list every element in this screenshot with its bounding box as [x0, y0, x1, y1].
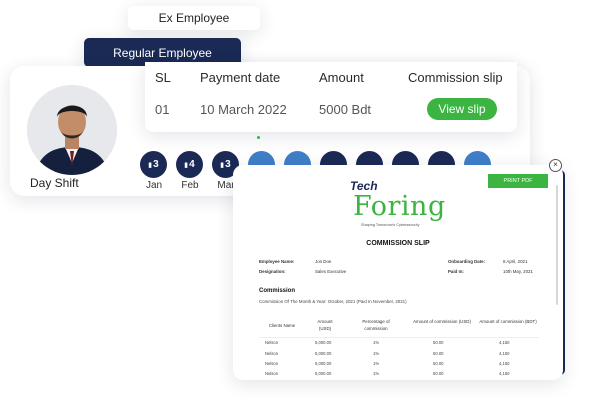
document-icon: ▮ [148, 161, 153, 169]
onboarding-label: Onboarding Date: [448, 259, 486, 264]
employee-name-value: Jon Doe [315, 259, 332, 264]
employee-name-label: Employee Name: [259, 259, 295, 264]
designation-label: Designation: [259, 269, 286, 274]
column-header-sl: SL [155, 70, 171, 85]
active-indicator-dot [257, 136, 260, 139]
table-cell: 50.00 [433, 361, 444, 366]
month-badge-jan[interactable]: ▮ 3 [140, 151, 167, 178]
avatar [27, 85, 117, 175]
month-badge-feb[interactable]: ▮ 4 [176, 151, 203, 178]
paid-in-value: 10th May, 2021 [503, 269, 533, 274]
table-cell: Nelson [265, 340, 279, 345]
table-cell: 5,000.00 [315, 351, 332, 356]
table-cell: 1% [373, 361, 380, 366]
table-cell: 1% [373, 351, 380, 356]
commission-slip-panel: PRINT PDF Tech Foring Shaping Tomorrow's… [233, 165, 563, 380]
table-cell: 50.00 [433, 340, 444, 345]
commission-heading: Commission [259, 288, 296, 294]
month-label-feb: Feb [181, 180, 199, 191]
month-count: 4 [189, 159, 195, 170]
row-sl: 01 [155, 102, 170, 117]
table-cell: 4,150 [499, 351, 510, 356]
slip-title: COMMISSION SLIP [366, 240, 430, 247]
table-cell: Nelson [265, 351, 279, 356]
view-slip-button[interactable]: View slip [427, 98, 497, 120]
table-cell: 4,150 [499, 371, 510, 376]
column-header-payment-date: Payment date [200, 70, 281, 85]
paid-in-label: Paid In: [448, 269, 464, 274]
column-header-client: Clients Name [268, 323, 296, 328]
ex-employee-tab[interactable]: Ex Employee [128, 6, 260, 30]
column-header-commission-slip: Commission slip [408, 70, 503, 85]
person-photo-icon [27, 85, 117, 175]
column-header-amount: Amount [319, 70, 364, 85]
onboarding-value: 8 April, 2021 [503, 259, 528, 264]
table-cell: Nelson [265, 361, 279, 366]
table-cell: 1% [373, 371, 380, 376]
column-header-commission-bdt: Amount of commission (BDT) [479, 319, 537, 324]
commission-subtitle: Commission Of The Month & Year: October,… [259, 299, 407, 304]
payment-table: SL Payment date Amount Commission slip 0… [145, 62, 517, 132]
document-icon: ▮ [220, 161, 225, 169]
row-amount: 5000 Bdt [319, 102, 372, 117]
month-count: 3 [225, 159, 231, 170]
scrollbar[interactable] [556, 185, 558, 305]
column-header-amount-usd: Amount (USD) [317, 319, 333, 331]
table-cell: Nelson [265, 371, 279, 376]
table-cell: 5,000.00 [315, 361, 332, 366]
column-header-percentage: Percentage of commission [362, 319, 390, 331]
logo-main-text: Foring [353, 191, 446, 222]
month-label-jan: Jan [145, 180, 163, 191]
document-icon: ▮ [184, 161, 189, 169]
table-cell: 5,000.00 [315, 340, 332, 345]
shift-label: Day Shift [30, 176, 79, 190]
close-icon[interactable]: × [549, 159, 562, 172]
column-header-commission-usd: Amount of commission (USD) [413, 319, 471, 324]
logo-tagline: Shaping Tomorrow's Cybersecurity [361, 223, 420, 227]
table-cell: 4,150 [499, 340, 510, 345]
table-cell: 50.00 [433, 371, 444, 376]
table-cell: 4,150 [499, 361, 510, 366]
designation-value: Sales Executive [315, 269, 347, 274]
month-count: 3 [153, 159, 159, 170]
row-payment-date: 10 March 2022 [200, 102, 287, 117]
table-cell: 50.00 [433, 351, 444, 356]
print-pdf-button[interactable]: PRINT PDF [488, 174, 548, 188]
table-divider [259, 337, 539, 338]
table-cell: 1% [373, 340, 380, 345]
table-cell: 5,000.00 [315, 371, 332, 376]
